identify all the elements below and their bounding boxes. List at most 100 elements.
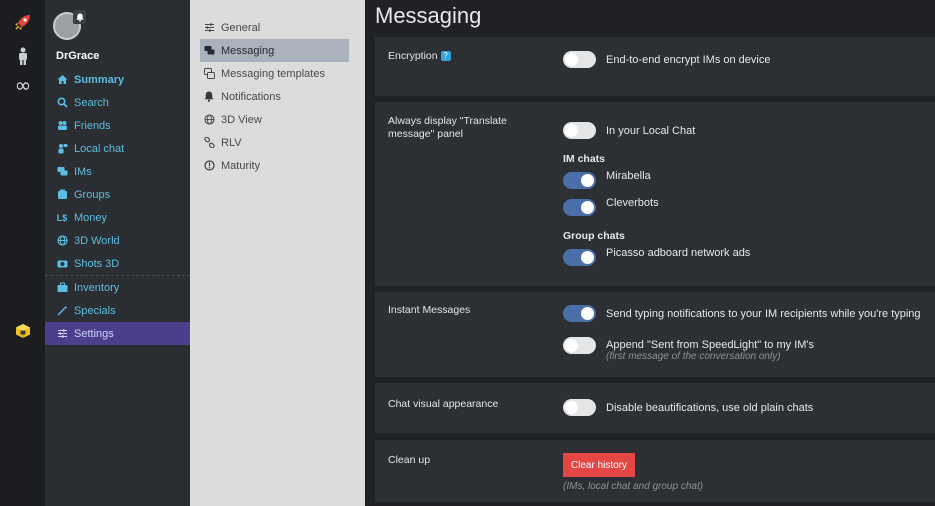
encryption-card: Encryption? End-to-end encrypt IMs on de…	[375, 37, 935, 96]
encryption-toggle[interactable]	[563, 51, 596, 68]
search-icon	[56, 97, 68, 109]
nav-item-friends[interactable]: Friends	[45, 114, 190, 137]
friends-icon	[56, 120, 68, 132]
translate-local-chat-option: In your Local Chat	[563, 122, 695, 139]
translate-im-label: Cleverbots	[606, 196, 659, 209]
append-signature-label: Append "Sent from SpeedLight" to my IM's	[606, 339, 815, 351]
nav-item-specials[interactable]: Specials	[45, 299, 190, 322]
category-label: Maturity	[221, 159, 261, 172]
nav-item-settings[interactable]: Settings	[45, 322, 190, 345]
translate-group-label: Picasso adboard network ads	[606, 246, 751, 259]
append-signature-note: (first message of the conversation only)	[606, 351, 781, 362]
category-general[interactable]: General	[200, 16, 349, 39]
typing-notification-label: Send typing notifications to your IM rec…	[606, 307, 921, 320]
groups-icon	[56, 189, 68, 201]
category-messaging[interactable]: Messaging	[200, 39, 349, 62]
sliders-icon	[56, 328, 68, 340]
translate-im-option: Cleverbots	[563, 196, 659, 216]
nav-label: Inventory	[74, 281, 120, 294]
nav-item-ims[interactable]: IMs	[45, 160, 190, 183]
cleanup-card: Clean up Clear history (IMs, local chat …	[375, 440, 935, 502]
category-3d-view[interactable]: 3D View	[200, 108, 349, 131]
briefcase-icon	[56, 282, 68, 294]
notification-bell-icon[interactable]	[73, 10, 86, 24]
category-maturity[interactable]: Maturity	[200, 154, 349, 177]
translate-local-chat-toggle[interactable]	[563, 122, 596, 139]
append-signature-toggle[interactable]	[563, 337, 596, 354]
typing-notification-toggle[interactable]	[563, 305, 596, 322]
infinity-icon[interactable]: ∞	[12, 74, 34, 96]
encryption-label-text: Encryption	[388, 50, 438, 62]
nav-item-3d-world[interactable]: 3D World	[45, 229, 190, 252]
nav-item-groups[interactable]: Groups	[45, 183, 190, 206]
bell-icon	[203, 91, 215, 103]
category-label: RLV	[221, 136, 242, 149]
chat-bubbles-icon	[203, 45, 215, 57]
settings-categories: General Messaging Messaging templates No…	[190, 0, 365, 506]
category-label: Notifications	[221, 90, 281, 103]
translate-label: Always display "Translate message" panel	[388, 115, 507, 140]
globe-icon	[203, 114, 215, 126]
nav-item-inventory[interactable]: Inventory	[45, 276, 190, 299]
camera-icon	[56, 258, 68, 270]
nav-label: IMs	[74, 165, 92, 178]
person-icon[interactable]	[12, 45, 34, 67]
translate-im-toggle[interactable]	[563, 199, 596, 216]
clear-history-button[interactable]: Clear history	[563, 453, 635, 477]
chat-bubbles-icon	[56, 166, 68, 178]
app-rail: ∞	[0, 0, 45, 506]
sliders-icon	[203, 22, 215, 34]
category-notifications[interactable]: Notifications	[200, 85, 349, 108]
group-chats-heading: Group chats	[563, 230, 625, 242]
nav-item-shots-3d[interactable]: Shots 3D	[45, 252, 190, 275]
main-content: Messaging Encryption? End-to-end encrypt…	[365, 0, 935, 506]
nav-item-summary[interactable]: Summary	[45, 68, 190, 91]
plain-chats-toggle[interactable]	[563, 399, 596, 416]
appearance-card: Chat visual appearance Disable beautific…	[375, 383, 935, 433]
nav-label: Shots 3D	[74, 257, 120, 270]
encryption-option: End-to-end encrypt IMs on device	[563, 51, 770, 68]
category-label: General	[221, 21, 261, 34]
category-label: 3D View	[221, 113, 262, 126]
encryption-option-label: End-to-end encrypt IMs on device	[606, 53, 771, 66]
plain-chats-option: Disable beautifications, use old plain c…	[563, 399, 813, 416]
username: DrGrace	[56, 50, 100, 62]
category-messaging-templates[interactable]: Messaging templates	[200, 62, 349, 85]
category-label: Messaging templates	[221, 67, 325, 80]
translate-group-option: Picasso adboard network ads	[563, 246, 751, 266]
im-chats-heading: IM chats	[563, 153, 606, 165]
nav-label: Groups	[74, 188, 111, 201]
rocket-icon[interactable]	[12, 11, 34, 33]
templates-icon	[203, 68, 215, 80]
translate-local-chat-label: In your Local Chat	[606, 124, 696, 137]
money-icon: L$	[56, 212, 68, 223]
nav-item-money[interactable]: L$ Money	[45, 206, 190, 229]
nav-label: 3D World	[74, 234, 120, 247]
nav-label: Friends	[74, 119, 111, 132]
append-signature-option: Append "Sent from SpeedLight" to my IM's…	[563, 337, 814, 362]
cube-icon[interactable]	[12, 320, 34, 342]
nav-label: Summary	[74, 73, 125, 86]
encryption-label: Encryption?	[388, 50, 451, 63]
user-sidebar: DrGrace Summary Search Friends Local cha…	[45, 0, 190, 506]
translate-card: Always display "Translate message" panel…	[375, 102, 935, 286]
local-chat-icon	[56, 143, 68, 155]
page-title: Messaging	[375, 3, 482, 28]
instant-messages-label: Instant Messages	[388, 304, 471, 316]
globe-icon	[56, 235, 68, 247]
home-icon	[56, 74, 68, 86]
nav-label: Specials	[74, 304, 116, 317]
cleanup-label: Clean up	[388, 454, 431, 466]
category-rlv[interactable]: RLV	[200, 131, 349, 154]
category-label: Messaging	[221, 44, 275, 57]
wand-icon	[56, 305, 68, 317]
nav-label: Search	[74, 96, 109, 109]
translate-im-label: Mirabella	[606, 169, 651, 182]
nav-item-search[interactable]: Search	[45, 91, 190, 114]
help-icon[interactable]: ?	[440, 51, 451, 62]
nav-item-local-chat[interactable]: Local chat	[45, 137, 190, 160]
translate-group-toggle[interactable]	[563, 249, 596, 266]
translate-im-toggle[interactable]	[563, 172, 596, 189]
alert-icon	[203, 160, 215, 172]
appearance-label: Chat visual appearance	[388, 398, 499, 410]
